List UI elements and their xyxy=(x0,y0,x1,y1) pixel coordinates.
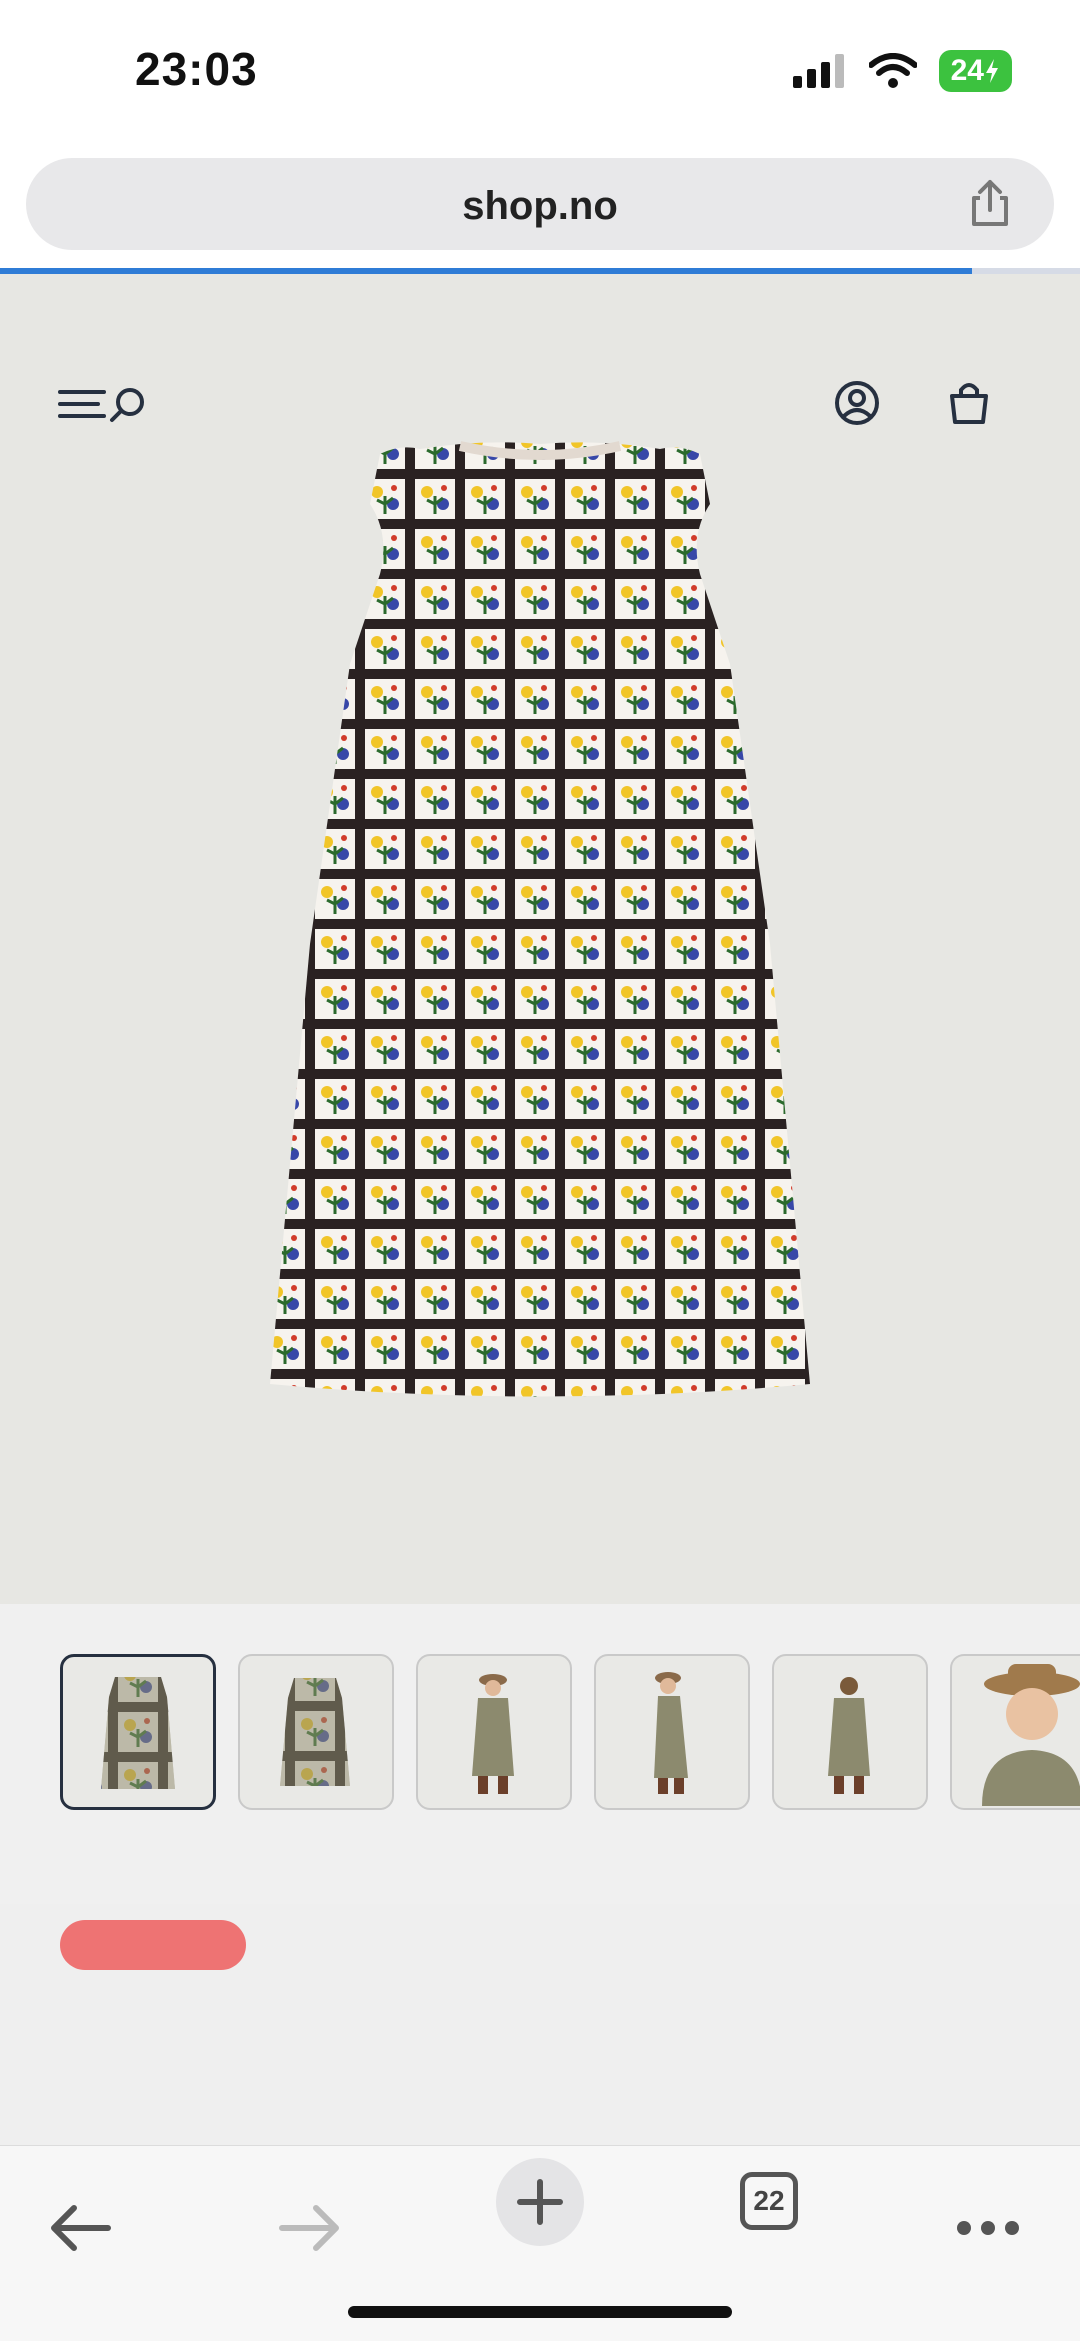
product-hero xyxy=(0,274,1080,1604)
charging-icon xyxy=(986,59,998,83)
url-text[interactable]: shop.no xyxy=(26,184,1054,229)
battery-level: 24 xyxy=(950,54,984,87)
thumbnail-model-back[interactable] xyxy=(772,1654,928,1810)
account-icon[interactable] xyxy=(834,380,880,426)
thumbnail-model-front[interactable] xyxy=(416,1654,572,1810)
status-icons: 24 xyxy=(792,50,1012,92)
thumbnail-dress-front[interactable] xyxy=(60,1654,216,1810)
thumbnail-strip xyxy=(0,1604,1080,1904)
tab-count: 22 xyxy=(753,2185,785,2216)
battery-indicator: 24 xyxy=(938,50,1012,92)
thumbnail-model-closeup[interactable] xyxy=(950,1654,1080,1810)
tabs-icon[interactable]: 22 xyxy=(740,2172,798,2230)
cart-icon[interactable] xyxy=(946,378,992,426)
product-image[interactable] xyxy=(260,424,820,1424)
browser-address-area: shop.no xyxy=(0,140,1080,270)
thumbnail-dress-back[interactable] xyxy=(238,1654,394,1810)
back-icon[interactable] xyxy=(38,2186,122,2270)
status-bar: 23:03 24 xyxy=(0,0,1080,140)
wifi-icon xyxy=(868,53,917,88)
address-bar[interactable]: shop.no xyxy=(26,158,1054,250)
more-icon[interactable] xyxy=(946,2186,1030,2270)
status-time: 23:03 xyxy=(135,43,258,95)
share-icon[interactable] xyxy=(962,176,1018,232)
status-badge xyxy=(60,1920,246,1970)
forward-icon[interactable] xyxy=(268,2186,352,2270)
signal-icon xyxy=(792,54,844,88)
search-icon[interactable] xyxy=(108,386,148,426)
new-tab-icon[interactable] xyxy=(494,2156,586,2248)
home-indicator xyxy=(348,2306,732,2318)
thumbnail-model-side[interactable] xyxy=(594,1654,750,1810)
